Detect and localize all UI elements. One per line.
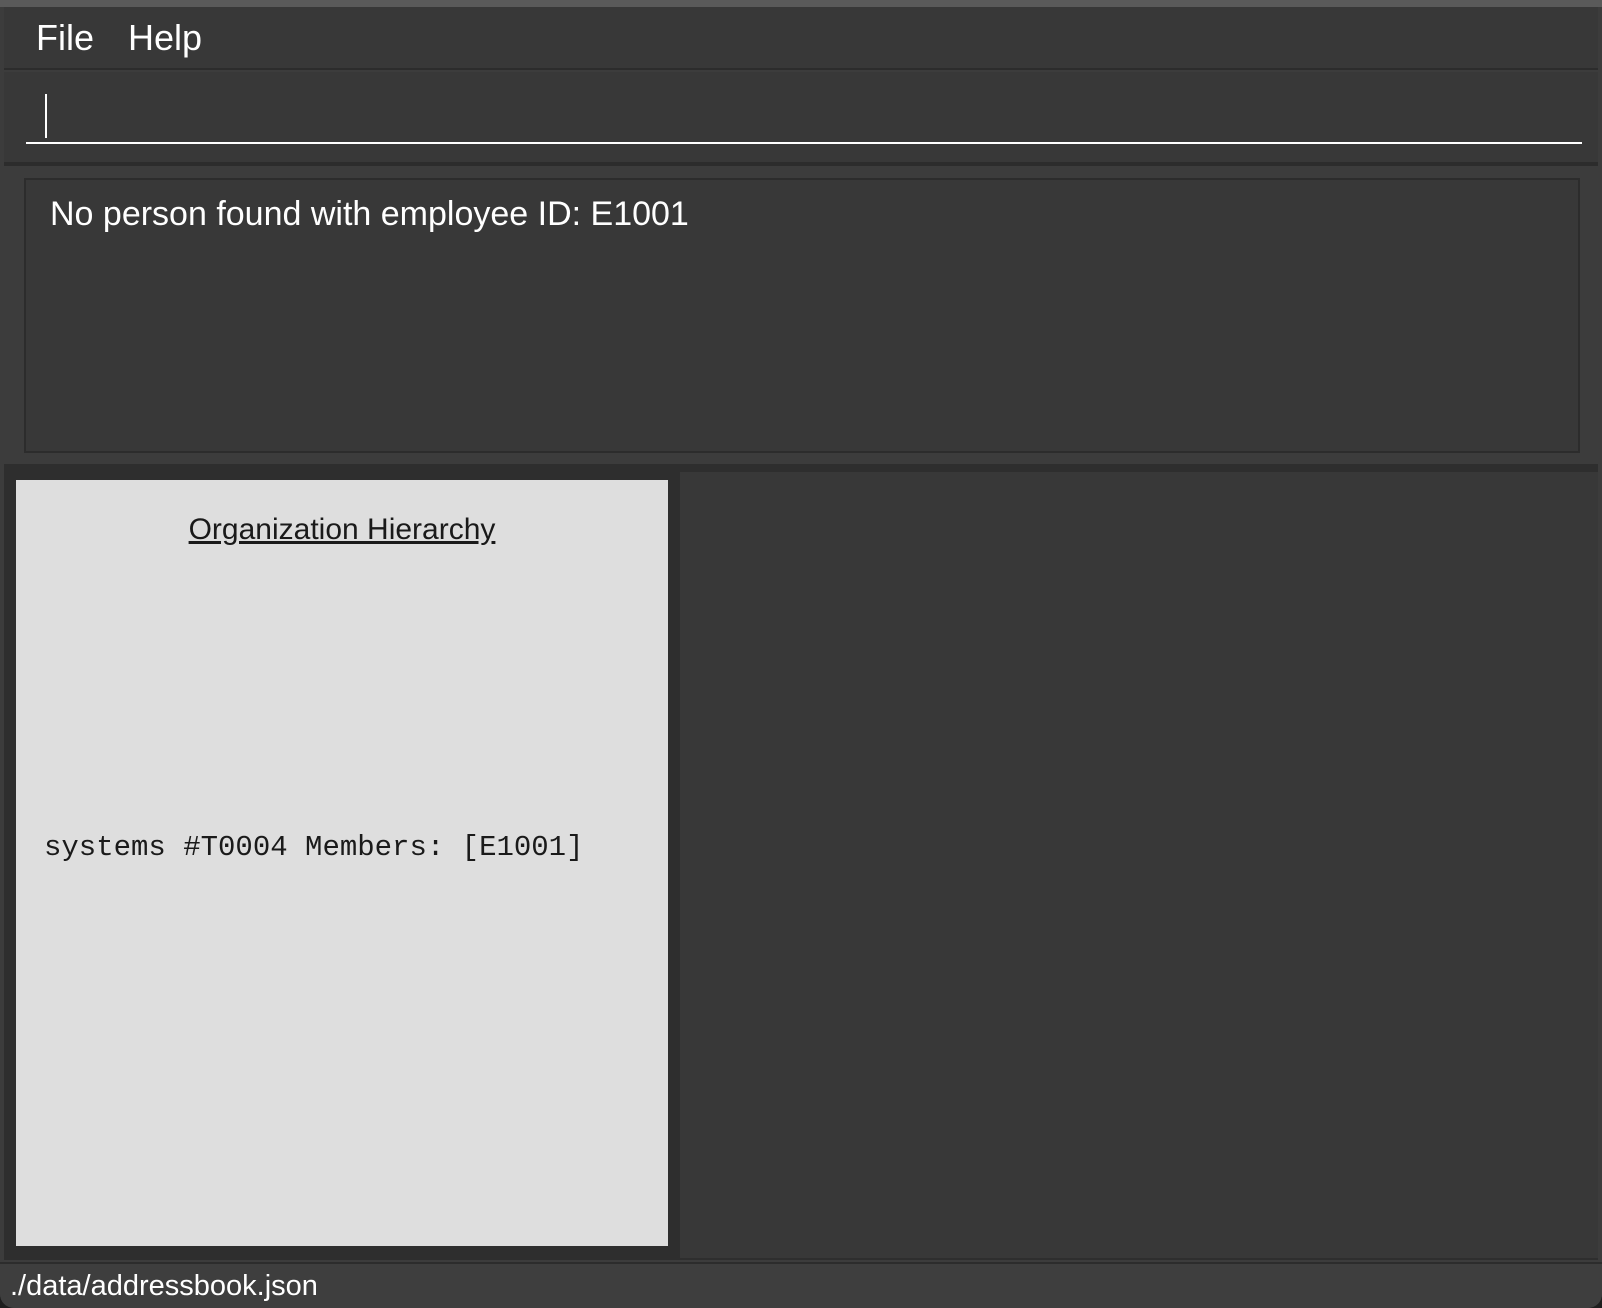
menu-help[interactable]: Help [128, 17, 202, 59]
person-detail-panel [680, 472, 1598, 1258]
save-location: ./data/addressbook.json [10, 1270, 318, 1302]
command-input[interactable] [26, 86, 1582, 144]
hierarchy-title: Organization Hierarchy [188, 513, 496, 546]
team-entry[interactable]: systems #T0004 Members: [E1001] [44, 830, 584, 866]
app-window: File Help No person found with employee … [0, 0, 1602, 1308]
window-top-edge [0, 0, 1602, 7]
command-box [4, 72, 1598, 166]
main-content: Organization Hierarchy systems #T0004 Me… [4, 464, 1598, 1260]
text-cursor [45, 94, 47, 138]
menu-bar: File Help [4, 7, 1598, 70]
result-message: No person found with employee ID: E1001 [50, 195, 689, 233]
organization-hierarchy-panel[interactable]: Organization Hierarchy systems #T0004 Me… [16, 480, 668, 1246]
status-bar: ./data/addressbook.json [0, 1262, 1602, 1308]
menu-file[interactable]: File [36, 17, 94, 59]
result-display: No person found with employee ID: E1001 [24, 178, 1580, 453]
